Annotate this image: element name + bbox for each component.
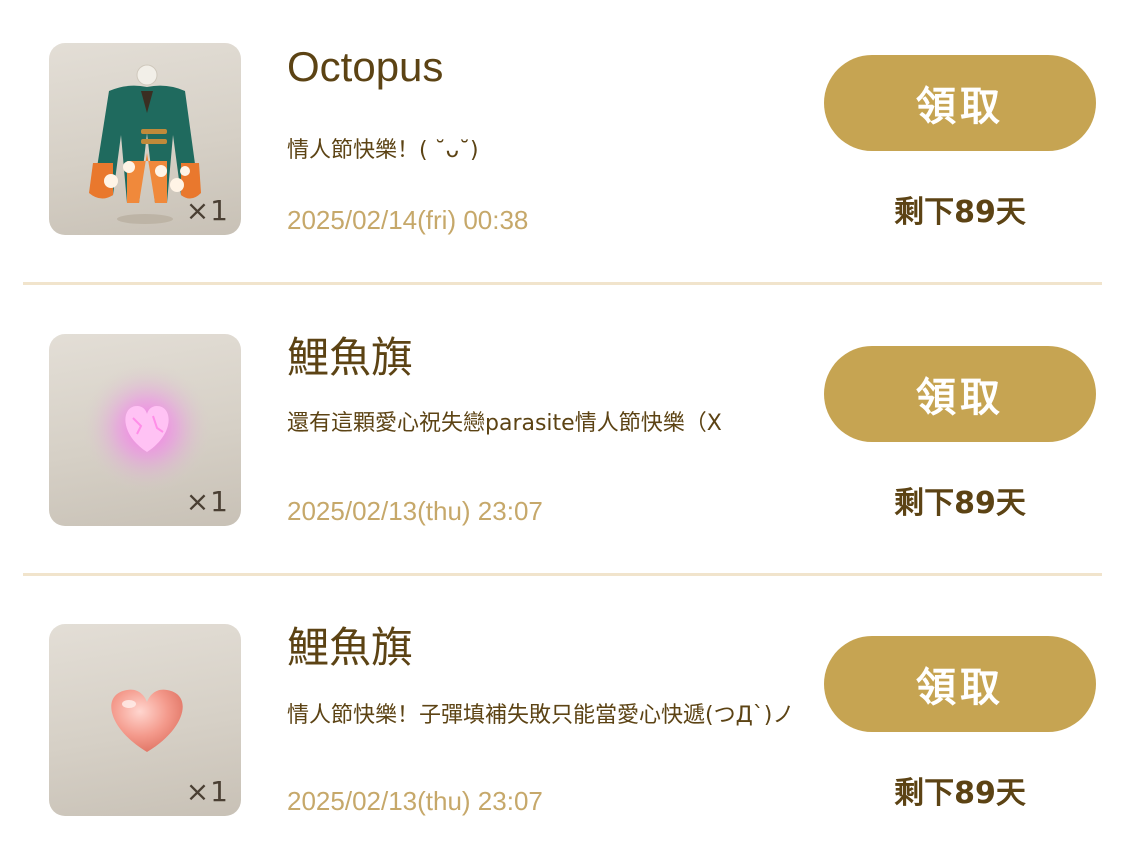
remaining-days: 剩下89天 (894, 486, 1026, 521)
gift-list: ×1 Octopus 情人節快樂！( ˘ᴗ˘) 2025/02/14(fri) … (0, 0, 1125, 864)
claim-button[interactable]: 領取 (824, 55, 1096, 151)
gift-item-thumbnail[interactable]: ×1 (49, 43, 241, 235)
gift-row: ×1 Octopus 情人節快樂！( ˘ᴗ˘) 2025/02/14(fri) … (0, 43, 1125, 243)
sender-name: 鯉魚旗 (287, 624, 414, 671)
gift-timestamp: 2025/02/14(fri) 00:38 (287, 205, 529, 235)
gift-message: 還有這顆愛心祝失戀parasite情人節快樂（X (287, 411, 722, 436)
gift-row: ×1 鯉魚旗 情人節快樂！子彈填補失敗只能當愛心快遞(つД`)ノ 2025/02… (0, 624, 1125, 824)
row-divider (23, 573, 1102, 576)
gift-timestamp: 2025/02/13(thu) 23:07 (287, 786, 543, 816)
claim-button[interactable]: 領取 (824, 346, 1096, 442)
row-divider (23, 282, 1102, 285)
gift-message: 情人節快樂！子彈填補失敗只能當愛心快遞(つД`)ノ (287, 703, 795, 728)
gift-timestamp: 2025/02/13(thu) 23:07 (287, 496, 543, 526)
item-quantity: ×1 (185, 194, 229, 227)
gift-item-thumbnail[interactable]: ×1 (49, 624, 241, 816)
gift-message: 情人節快樂！( ˘ᴗ˘) (287, 138, 479, 163)
claim-button[interactable]: 領取 (824, 636, 1096, 732)
gift-item-thumbnail[interactable]: ×1 (49, 334, 241, 526)
sender-name: Octopus (287, 43, 444, 90)
remaining-days: 剩下89天 (894, 776, 1026, 811)
gift-row: ×1 鯉魚旗 還有這顆愛心祝失戀parasite情人節快樂（X 2025/02/… (0, 334, 1125, 534)
item-quantity: ×1 (185, 485, 229, 518)
remaining-days: 剩下89天 (894, 195, 1026, 230)
sender-name: 鯉魚旗 (287, 334, 414, 381)
item-quantity: ×1 (185, 775, 229, 808)
